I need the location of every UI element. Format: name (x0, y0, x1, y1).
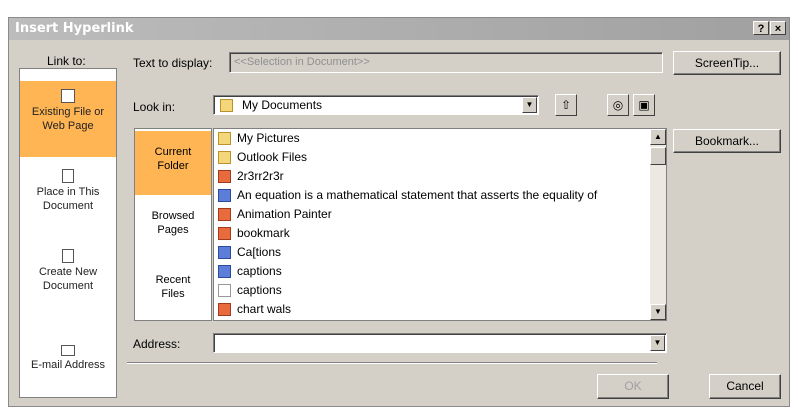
scroll-thumb[interactable] (650, 147, 666, 165)
word-file-icon (218, 246, 231, 260)
scroll-up-arrow[interactable]: ▲ (650, 129, 666, 145)
nav-browsed-label-2: Pages (157, 224, 189, 236)
text-to-display-value: <<Selection in Document>> (234, 56, 370, 68)
link-to-bar: Existing File or Web Page Place in This … (19, 68, 117, 398)
vertical-scrollbar[interactable]: ▲ ▼ (650, 129, 666, 320)
list-item[interactable]: captions (218, 281, 282, 300)
insert-hyperlink-dialog: Insert Hyperlink ? × Link to: Existing F… (8, 17, 790, 407)
file-name: bookmark (237, 226, 290, 240)
document-place-icon (62, 169, 74, 183)
link-place-in-document[interactable]: Place in This Document (20, 165, 116, 225)
word-file-icon (218, 189, 231, 203)
list-item[interactable]: Ca[tions (218, 243, 281, 262)
list-item[interactable]: captions (218, 262, 282, 281)
cancel-button[interactable]: Cancel (709, 374, 781, 399)
file-name: captions (237, 264, 282, 278)
look-in-combo[interactable]: My Documents ▼ (213, 95, 539, 115)
link-place-label-2: Document (42, 200, 94, 212)
link-existing-label-1: Existing File or (31, 106, 105, 118)
list-item[interactable]: 2r3rr2r3r (218, 167, 284, 186)
list-item[interactable]: Animation Painter (218, 205, 332, 224)
folder-icon (220, 99, 233, 112)
link-existing-file[interactable]: Existing File or Web Page (20, 81, 116, 157)
file-name: 2r3rr2r3r (237, 169, 284, 183)
nav-browsed-pages[interactable]: Browsed Pages (135, 209, 211, 249)
look-in-label: Look in: (133, 100, 176, 114)
list-item[interactable]: Outlook Files (218, 148, 307, 167)
close-button[interactable]: × (770, 21, 786, 35)
nav-current-label-2: Folder (157, 160, 189, 172)
link-create-label-1: Create New (38, 266, 98, 278)
dialog-title: Insert Hyperlink (15, 21, 134, 36)
nav-recent-label-1: Recent (155, 274, 191, 286)
look-in-value: My Documents (242, 98, 323, 112)
address-dropdown-arrow[interactable]: ▼ (650, 335, 665, 351)
file-name: chart wals (237, 302, 292, 316)
text-to-display-label: Text to display: (133, 56, 213, 70)
link-email-address[interactable]: E-mail Address (20, 341, 116, 387)
address-label: Address: (133, 337, 181, 351)
powerpoint-file-icon (218, 303, 231, 317)
address-input[interactable]: ▼ (213, 333, 667, 353)
powerpoint-file-icon (218, 208, 231, 222)
file-name: Animation Painter (237, 207, 332, 221)
link-existing-label-2: Web Page (42, 120, 94, 132)
nav-recent-label-2: Files (161, 288, 185, 300)
file-name: An equation is a mathematical statement … (237, 188, 598, 202)
file-name: My Pictures (237, 131, 300, 145)
list-item[interactable]: chart wals (218, 300, 291, 319)
scroll-down-arrow[interactable]: ▼ (650, 304, 666, 320)
ok-button[interactable]: OK (597, 374, 669, 399)
new-document-icon (62, 249, 74, 263)
link-create-new-document[interactable]: Create New Document (20, 245, 116, 305)
link-email-label: E-mail Address (31, 359, 105, 371)
folder-icon (218, 132, 231, 146)
list-item[interactable]: My Pictures (218, 129, 300, 148)
list-item[interactable]: An equation is a mathematical statement … (218, 186, 597, 205)
nav-current-label-1: Current (154, 146, 192, 158)
email-icon (61, 345, 75, 356)
globe-page-icon (61, 89, 75, 103)
powerpoint-file-icon (218, 227, 231, 241)
look-in-dropdown-arrow[interactable]: ▼ (522, 97, 537, 113)
folder-icon (218, 151, 231, 165)
file-name: Ca[tions (237, 245, 282, 259)
file-list: My Pictures Outlook Files 2r3rr2r3r An e… (213, 128, 667, 321)
navigation-bar: Current Folder Browsed Pages Recent File… (134, 128, 212, 321)
nav-recent-files[interactable]: Recent Files (135, 273, 211, 313)
help-button[interactable]: ? (753, 21, 769, 35)
text-file-icon (218, 284, 231, 298)
file-name: Outlook Files (237, 150, 308, 164)
screentip-button[interactable]: ScreenTip... (673, 51, 781, 75)
link-place-label-1: Place in This (36, 186, 100, 198)
powerpoint-file-icon (218, 170, 231, 184)
file-name: captions (237, 283, 282, 297)
link-to-label: Link to: (47, 54, 86, 68)
nav-browsed-label-1: Browsed (151, 210, 195, 222)
word-file-icon (218, 265, 231, 279)
up-folder-icon[interactable]: ⇧ (555, 94, 577, 116)
divider (127, 362, 657, 364)
bookmark-button[interactable]: Bookmark... (673, 129, 781, 153)
browse-web-icon[interactable]: ◎ (607, 94, 629, 116)
browse-file-icon[interactable]: ▣ (633, 94, 655, 116)
text-to-display-field[interactable]: <<Selection in Document>> (229, 52, 663, 73)
nav-current-folder[interactable]: Current Folder (135, 131, 211, 195)
link-create-label-2: Document (42, 280, 94, 292)
list-item[interactable]: bookmark (218, 224, 290, 243)
title-bar: Insert Hyperlink ? × (9, 18, 789, 40)
